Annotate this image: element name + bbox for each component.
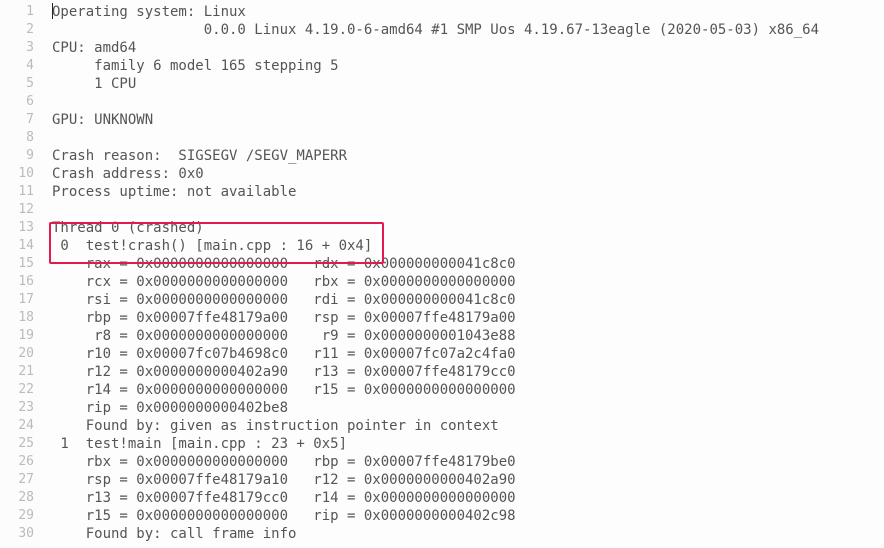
- line-number: 27: [0, 471, 34, 489]
- code-line: rsp = 0x00007ffe48179a10 r12 = 0x0000000…: [52, 471, 884, 489]
- code-editor: 1234567891011121314151617181920212223242…: [0, 0, 884, 548]
- line-number: 29: [0, 507, 34, 525]
- code-line: r12 = 0x0000000000402a90 r13 = 0x00007ff…: [52, 363, 884, 381]
- code-area[interactable]: Operating system: Linux 0.0.0 Linux 4.19…: [40, 0, 884, 548]
- code-line: family 6 model 165 stepping 5: [52, 57, 884, 75]
- code-line: Crash reason: SIGSEGV /SEGV_MAPERR: [52, 147, 884, 165]
- line-number: 26: [0, 453, 34, 471]
- code-line: Found by: given as instruction pointer i…: [52, 417, 884, 435]
- line-number: 25: [0, 435, 34, 453]
- code-line: rip = 0x0000000000402be8: [52, 399, 884, 417]
- line-number: 2: [0, 21, 34, 39]
- line-number: 23: [0, 399, 34, 417]
- code-line: rbp = 0x00007ffe48179a00 rsp = 0x00007ff…: [52, 309, 884, 327]
- line-number: 19: [0, 327, 34, 345]
- line-number: 14: [0, 237, 34, 255]
- line-number: 7: [0, 111, 34, 129]
- code-line: rcx = 0x0000000000000000 rbx = 0x0000000…: [52, 273, 884, 291]
- line-number: 5: [0, 75, 34, 93]
- line-number: 4: [0, 57, 34, 75]
- line-number: 16: [0, 273, 34, 291]
- code-line: Process uptime: not available: [52, 183, 884, 201]
- line-number: 8: [0, 129, 34, 147]
- code-line: 0.0.0 Linux 4.19.0-6-amd64 #1 SMP Uos 4.…: [52, 21, 884, 39]
- line-number: 13: [0, 219, 34, 237]
- code-line: 1 test!main [main.cpp : 23 + 0x5]: [52, 435, 884, 453]
- text-cursor: [52, 3, 53, 19]
- line-number: 20: [0, 345, 34, 363]
- code-line: [52, 93, 884, 111]
- code-line: r13 = 0x00007ffe48179cc0 r14 = 0x0000000…: [52, 489, 884, 507]
- line-number: 28: [0, 489, 34, 507]
- line-number: 24: [0, 417, 34, 435]
- code-line: r14 = 0x0000000000000000 r15 = 0x0000000…: [52, 381, 884, 399]
- line-number: 21: [0, 363, 34, 381]
- line-number: 1: [0, 3, 34, 21]
- line-number: 15: [0, 255, 34, 273]
- code-line: [52, 201, 884, 219]
- line-number: 9: [0, 147, 34, 165]
- line-number: 18: [0, 309, 34, 327]
- line-number: 22: [0, 381, 34, 399]
- code-line: Crash address: 0x0: [52, 165, 884, 183]
- code-line: GPU: UNKNOWN: [52, 111, 884, 129]
- code-line: r10 = 0x00007fc07b4698c0 r11 = 0x00007fc…: [52, 345, 884, 363]
- code-line: Found by: call frame info: [52, 525, 884, 543]
- code-line: r8 = 0x0000000000000000 r9 = 0x000000000…: [52, 327, 884, 345]
- code-line: rbx = 0x0000000000000000 rbp = 0x00007ff…: [52, 453, 884, 471]
- line-number: 11: [0, 183, 34, 201]
- code-line: Operating system: Linux: [52, 3, 884, 21]
- line-number-gutter: 1234567891011121314151617181920212223242…: [0, 0, 40, 548]
- code-line: CPU: amd64: [52, 39, 884, 57]
- code-line: rsi = 0x0000000000000000 rdi = 0x0000000…: [52, 291, 884, 309]
- line-number: 6: [0, 93, 34, 111]
- line-number: 30: [0, 525, 34, 543]
- code-line: 1 CPU: [52, 75, 884, 93]
- code-line: 0 test!crash() [main.cpp : 16 + 0x4]: [52, 237, 884, 255]
- line-number: 12: [0, 201, 34, 219]
- line-number: 17: [0, 291, 34, 309]
- code-line: rax = 0x0000000000000000 rdx = 0x0000000…: [52, 255, 884, 273]
- line-number: 3: [0, 39, 34, 57]
- code-line: [52, 129, 884, 147]
- line-number: 10: [0, 165, 34, 183]
- code-line: r15 = 0x0000000000000000 rip = 0x0000000…: [52, 507, 884, 525]
- code-line: Thread 0 (crashed): [52, 219, 884, 237]
